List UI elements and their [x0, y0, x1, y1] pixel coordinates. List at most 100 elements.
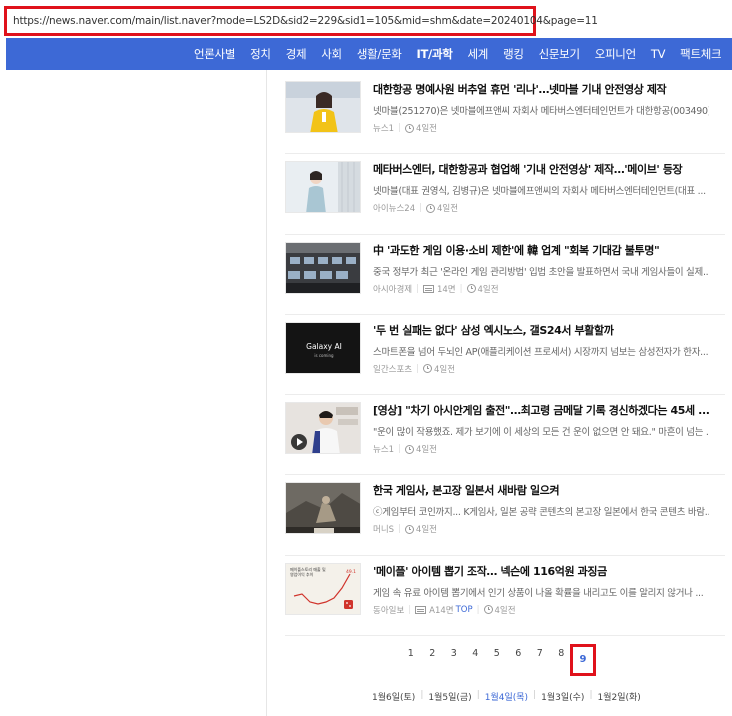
- news-lede[interactable]: 넷마블(251270)은 넷마블에프앤씨 자회사 메타버스엔터테인먼트가 대한항…: [373, 103, 709, 117]
- news-title[interactable]: [영상] "차기 아시안게임 출전"…최고령 금메달 기록 경신하겠다는 45세…: [373, 402, 709, 418]
- news-time: 4일전: [415, 525, 437, 536]
- clock-icon: [404, 524, 414, 534]
- meta-separator: |: [398, 524, 401, 535]
- news-time: 4일전: [415, 124, 437, 134]
- news-meta: 아시아경제 | 14면 | 4일전: [373, 283, 709, 295]
- current-page[interactable]: 9: [573, 648, 593, 672]
- url-text: https://news.naver.com/main/list.naver?m…: [13, 15, 598, 27]
- news-list: 대한항공 명예사원 버추얼 휴먼 '리나'…넷마블 기내 안전영상 제작 넷마블…: [285, 74, 725, 637]
- news-thumbnail[interactable]: [285, 161, 361, 214]
- meta-separator: |: [398, 444, 401, 455]
- date-link[interactable]: 1월6일(토): [372, 690, 415, 703]
- newspaper-icon: [415, 605, 427, 614]
- pagination: 1 2 3 4 5 6 7 8: [400, 648, 572, 659]
- news-time: 4일전: [477, 284, 499, 295]
- meta-separator: |: [459, 283, 463, 294]
- nav-item-tv[interactable]: TV: [651, 47, 666, 61]
- news-lede[interactable]: "운이 많이 작용했죠. 제가 보기에 이 세상의 모든 건 운이 없으면 안 …: [373, 424, 709, 438]
- news-lede[interactable]: 게임 속 유료 아이템 뽑기에서 인기 상품이 나올 확률을 내리고도 이를 알…: [373, 585, 709, 599]
- date-link[interactable]: 1월2일(화): [598, 690, 641, 703]
- news-time: 4일전: [415, 445, 437, 456]
- nav-item-factcheck[interactable]: 팩트체크: [680, 46, 721, 62]
- press-name: 뉴스1: [373, 445, 395, 456]
- page-link[interactable]: 4: [465, 648, 487, 659]
- news-title[interactable]: 한국 게임사, 본고장 일본서 새바람 일으켜: [373, 482, 709, 498]
- news-title[interactable]: 메타버스엔터, 대한항공과 협업해 '기내 안전영상' 제작…'메이브' 등장: [373, 161, 709, 177]
- game-art-icon: [286, 483, 360, 534]
- news-item: Galaxy AI is coming '두 번 실패는 없다' 삼성 엑시노스…: [285, 315, 725, 396]
- virtual-human-yellow-icon: [286, 82, 360, 132]
- news-item: 中 '과도한 게임 이용·소비 제한'에 韓 업계 "회복 기대감 불투명" 중…: [285, 235, 725, 315]
- nav-item-politics[interactable]: 정치: [250, 46, 271, 62]
- news-item: 대한항공 명예사원 버추얼 휴먼 '리나'…넷마블 기내 안전영상 제작 넷마블…: [285, 74, 725, 155]
- news-thumbnail[interactable]: [285, 402, 361, 455]
- paper-page: 14면: [436, 284, 456, 295]
- column-divider: [266, 70, 267, 716]
- news-title[interactable]: 中 '과도한 게임 이용·소비 제한'에 韓 업계 "회복 기대감 불투명": [373, 242, 709, 258]
- page-link[interactable]: 6: [508, 648, 530, 659]
- nav-item-economy[interactable]: 경제: [286, 46, 307, 62]
- meta-separator: |: [408, 604, 412, 615]
- line-chart-graphic: 메이플스토리 매출 및 영업이익 추이 49.1: [286, 563, 360, 614]
- news-meta: 아이뉴스24 | 4일전: [373, 202, 709, 214]
- press-name: 아시아경제: [373, 284, 413, 295]
- news-thumbnail[interactable]: 메이플스토리 매출 및 영업이익 추이 49.1: [285, 562, 361, 615]
- news-thumbnail[interactable]: Galaxy AI is coming: [285, 321, 361, 374]
- news-meta: 동아일보 | A14면 TOP | 4일전: [373, 604, 709, 616]
- nav-item-newspaper[interactable]: 신문보기: [539, 46, 580, 62]
- page-link[interactable]: 3: [443, 648, 465, 659]
- news-title[interactable]: 대한항공 명예사원 버추얼 휴먼 '리나'…넷마블 기내 안전영상 제작: [373, 81, 709, 97]
- nav-item-world[interactable]: 세계: [468, 46, 489, 62]
- page-link[interactable]: 7: [529, 648, 551, 659]
- nav-item-life-culture[interactable]: 생활/문화: [357, 46, 402, 62]
- meta-separator: |: [398, 123, 401, 133]
- news-title[interactable]: '두 번 실패는 없다' 삼성 엑시노스, 갤S24서 부활할까: [373, 322, 709, 338]
- meta-separator: |: [416, 363, 419, 374]
- url-input[interactable]: https://news.naver.com/main/list.naver?m…: [4, 6, 598, 36]
- nav-item-opinion[interactable]: 오피니언: [595, 46, 636, 62]
- meta-separator: |: [476, 604, 480, 615]
- nav-item-society[interactable]: 사회: [321, 46, 342, 62]
- news-lede[interactable]: 스마트폰을 넘어 두뇌인 AP(애플리케이션 프로세서) 시장까지 넘보는 삼성…: [373, 344, 709, 358]
- pc-room-icon: [286, 242, 360, 293]
- chart-thumb-value: 49.1: [346, 569, 356, 575]
- press-name: 뉴스1: [373, 124, 395, 134]
- news-lede[interactable]: ⓒ게임부터 코인까지... K게임사, 일본 공략 콘텐츠의 본고장 일본에서 …: [373, 504, 709, 518]
- news-thumbnail[interactable]: [285, 482, 361, 535]
- chart-thumb-subtitle: 영업이익 추이: [290, 571, 314, 577]
- news-item: 메이플스토리 매출 및 영업이익 추이 49.1 '메이플' 아이템 뽑기 조작…: [285, 556, 725, 637]
- press-name: 동아일보: [373, 605, 405, 616]
- meta-separator: |: [416, 283, 419, 294]
- clock-icon: [483, 605, 493, 615]
- news-meta: 머니S | 4일전: [373, 523, 709, 535]
- top-badge: TOP: [455, 604, 473, 615]
- news-lede[interactable]: 중국 정부가 최근 '온라인 게임 관리방법' 입법 초안을 발표하면서 국내 …: [373, 264, 709, 278]
- clock-icon: [404, 123, 414, 133]
- press-name: 머니S: [373, 525, 395, 536]
- news-item: 메타버스엔터, 대한항공과 협업해 '기내 안전영상' 제작…'메이브' 등장 …: [285, 154, 725, 235]
- page-link[interactable]: 2: [422, 648, 444, 659]
- news-title[interactable]: '메이플' 아이템 뽑기 조작… 넥슨에 116억원 과징금: [373, 563, 709, 579]
- page-link[interactable]: 5: [486, 648, 508, 659]
- press-name: 일간스포츠: [373, 364, 413, 375]
- nav-item-ranking[interactable]: 랭킹: [503, 46, 524, 62]
- date-link[interactable]: 1월3일(수): [541, 690, 584, 703]
- clock-icon: [404, 444, 414, 454]
- date-link[interactable]: 1월5일(금): [428, 690, 471, 703]
- news-lede[interactable]: 넷마블(대표 권영식, 김병규)은 넷마블에프앤씨의 자회사 메타버스엔터테인먼…: [373, 183, 709, 197]
- clock-icon: [466, 284, 476, 294]
- date-separator: |: [476, 690, 480, 700]
- press-name: 아이뉴스24: [373, 204, 416, 215]
- section-nav: 언론사별 정치 경제 사회 생활/문화 IT/과학 세계 랭킹 신문보기 오피니…: [6, 38, 732, 70]
- news-meta: 뉴스1 | 4일전: [373, 122, 709, 134]
- page-link[interactable]: 1: [400, 648, 422, 659]
- news-thumbnail[interactable]: [285, 81, 361, 133]
- nav-item-it-science[interactable]: IT/과학: [417, 46, 453, 62]
- page-link[interactable]: 8: [551, 648, 573, 659]
- news-item: 한국 게임사, 본고장 일본서 새바람 일으켜 ⓒ게임부터 코인까지... K게…: [285, 475, 725, 556]
- news-meta: 뉴스1 | 4일전: [373, 443, 709, 455]
- nav-item-press[interactable]: 언론사별: [194, 46, 235, 62]
- newspaper-icon: [422, 284, 434, 293]
- date-link-active[interactable]: 1월4일(목): [485, 690, 528, 703]
- news-thumbnail[interactable]: [285, 241, 361, 294]
